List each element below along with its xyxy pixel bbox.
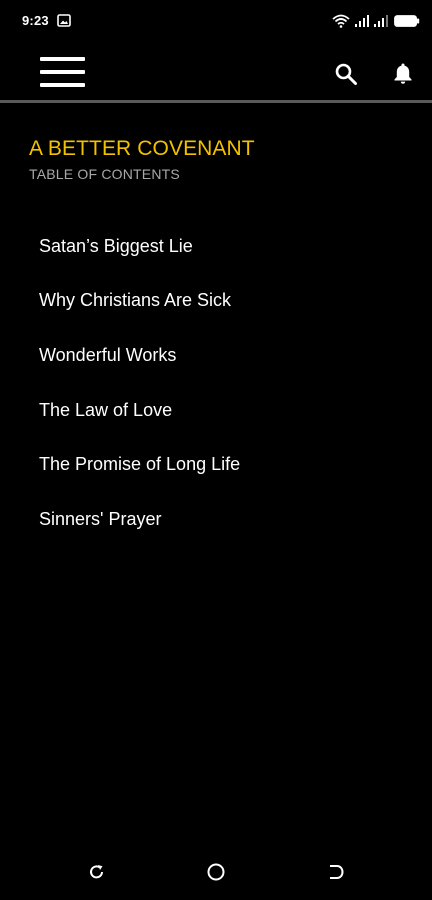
system-nav-bar <box>0 850 432 894</box>
toc-item[interactable]: The Promise of Long Life <box>0 437 432 492</box>
home-icon[interactable] <box>206 862 226 882</box>
menu-icon <box>40 57 85 61</box>
search-icon[interactable] <box>334 62 358 86</box>
toc-item[interactable]: The Law of Love <box>0 383 432 438</box>
battery-icon <box>394 15 420 27</box>
toc-item-label: Sinners' Prayer <box>39 508 162 529</box>
toc-item-label: Satan’s Biggest Lie <box>39 235 193 256</box>
app-bar-divider <box>0 100 432 103</box>
toc-subtitle: TABLE OF CONTENTS <box>29 166 180 182</box>
recents-icon[interactable] <box>87 862 107 882</box>
toc-item[interactable]: Satan’s Biggest Lie <box>0 219 432 274</box>
bell-icon[interactable] <box>391 61 415 85</box>
status-time: 9:23 <box>22 13 49 28</box>
toc-item-label: The Law of Love <box>39 399 173 420</box>
gallery-icon <box>57 14 71 27</box>
status-bar: 9:23 <box>0 0 432 42</box>
toc-item-label: Wonderful Works <box>39 344 177 365</box>
back-icon[interactable] <box>326 862 346 882</box>
toc-item[interactable]: Sinners' Prayer <box>0 492 432 547</box>
signal-icon <box>374 15 388 27</box>
wifi-icon <box>332 14 350 28</box>
signal-icon <box>355 15 369 27</box>
menu-button[interactable] <box>40 57 86 89</box>
book-title: A BETTER COVENANT <box>29 137 255 160</box>
app-bar <box>0 42 432 100</box>
toc-item[interactable]: Wonderful Works <box>0 328 432 383</box>
toc-list: Satan’s Biggest Lie Why Christians Are S… <box>0 219 432 547</box>
toc-item[interactable]: Why Christians Are Sick <box>0 274 432 329</box>
toc-item-label: Why Christians Are Sick <box>39 290 232 311</box>
toc-item-label: The Promise of Long Life <box>39 454 241 475</box>
